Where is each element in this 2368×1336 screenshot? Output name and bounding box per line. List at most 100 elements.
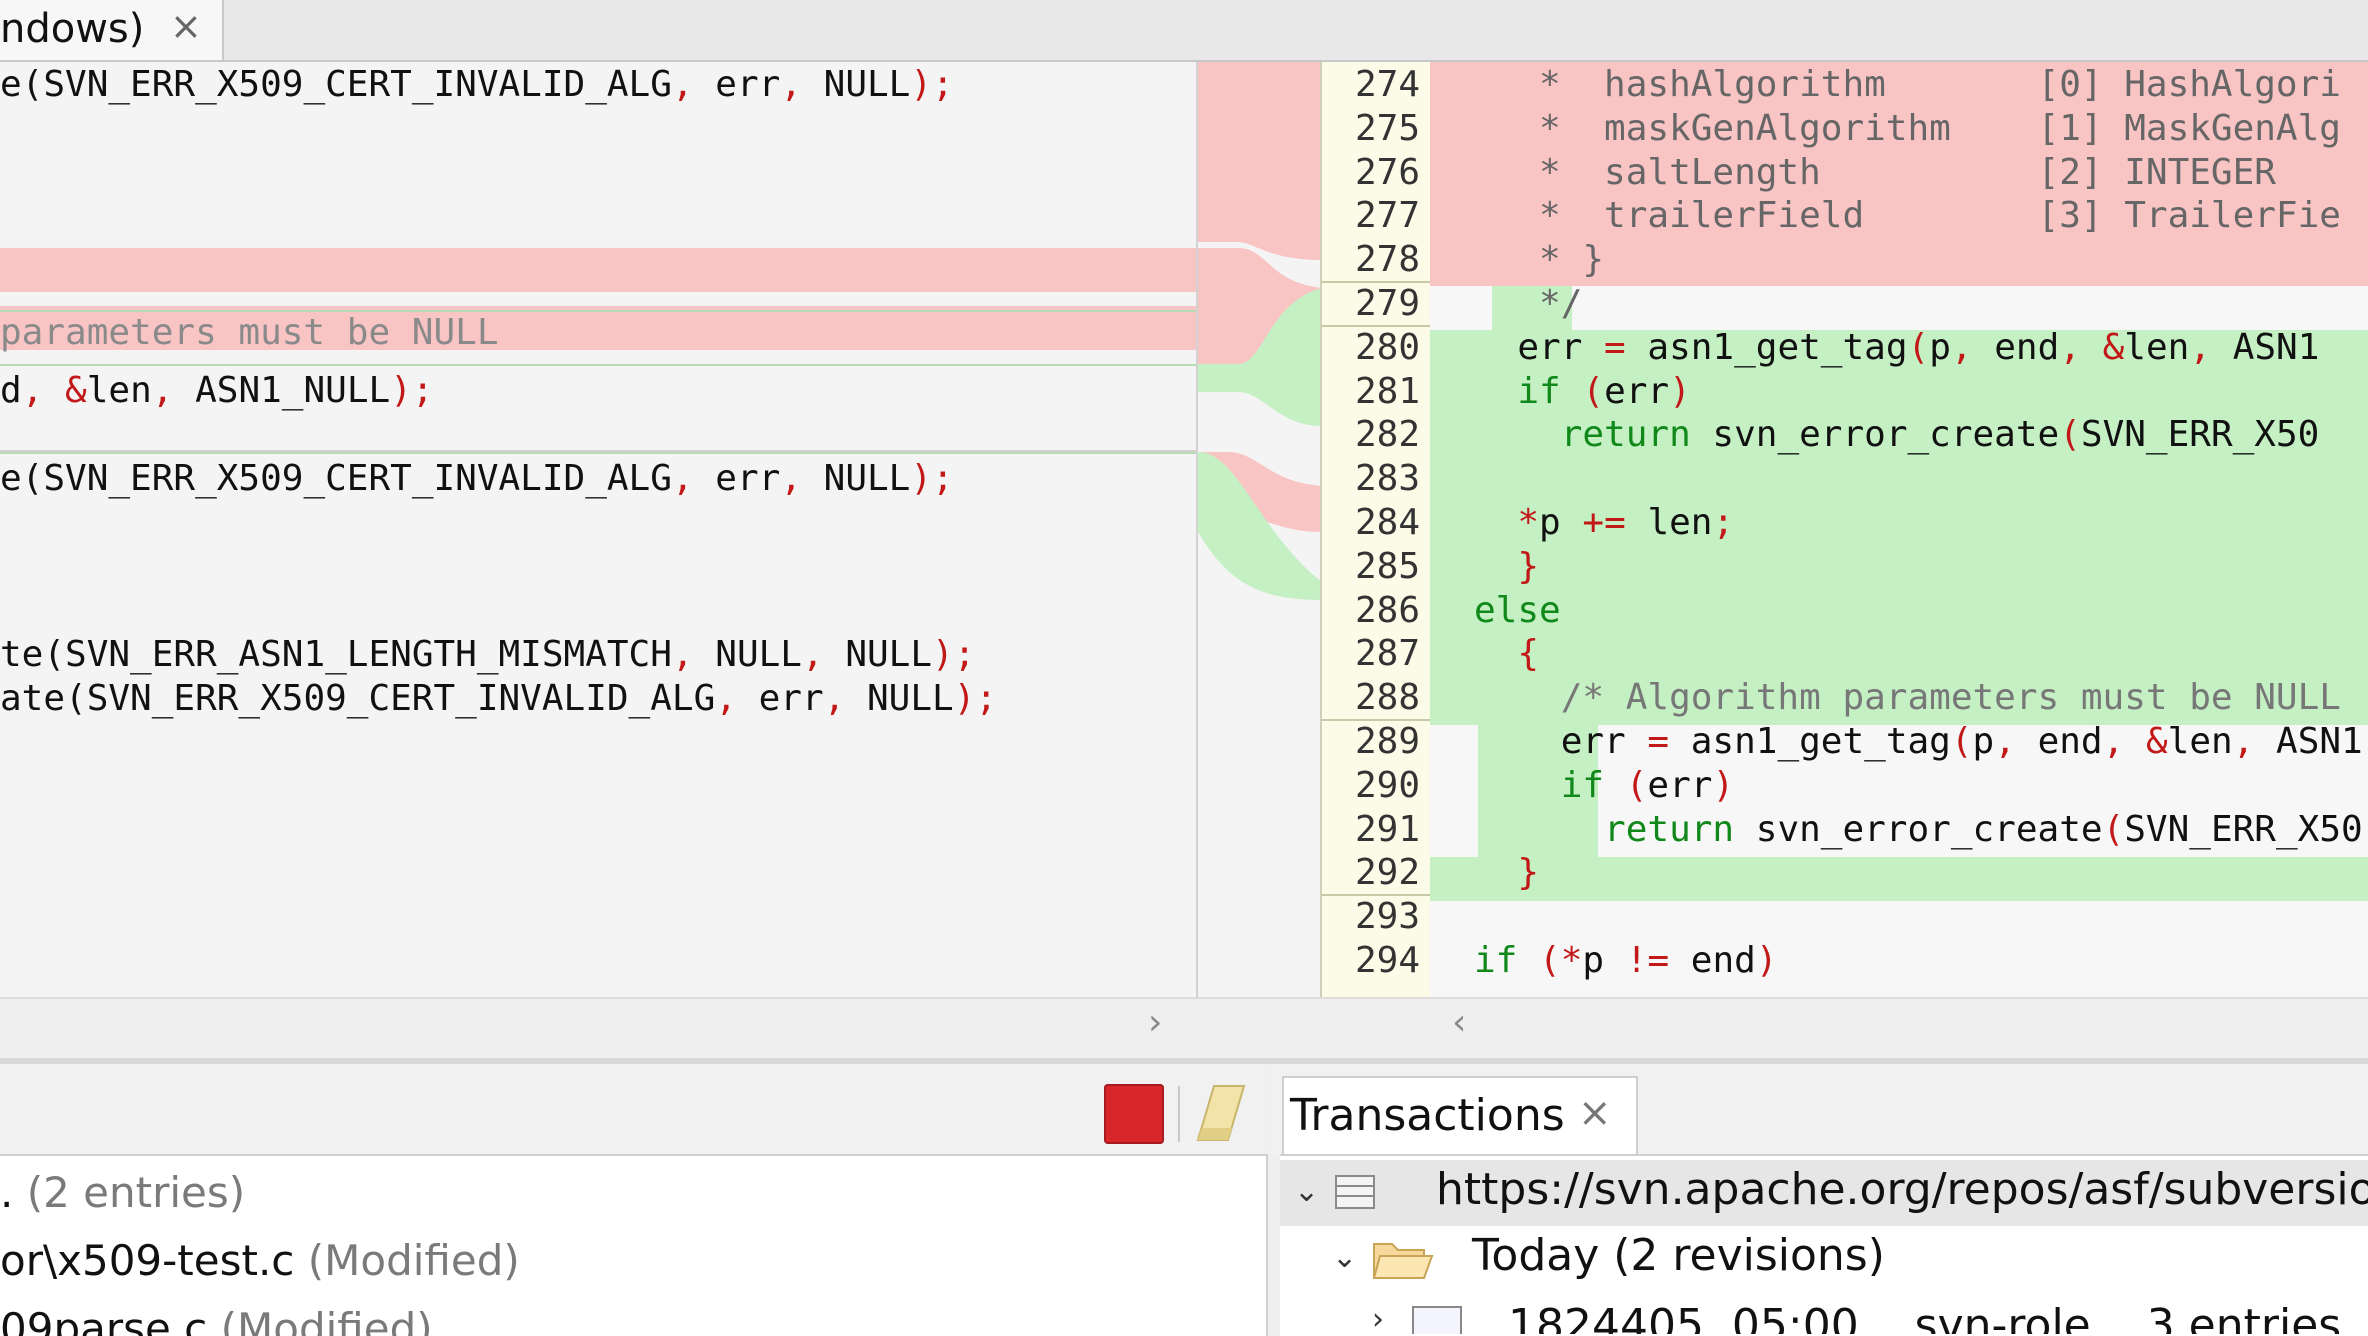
code-token: ) xyxy=(1669,370,1691,412)
repository-icon xyxy=(1335,1175,1375,1209)
code-token: SVN_ERR_X50 xyxy=(2124,808,2363,850)
code-token: asn1_get_tag xyxy=(1669,721,1951,762)
code-token: , & xyxy=(21,370,87,411)
line-number: 289 xyxy=(1354,721,1420,762)
chevron-right-icon[interactable]: › xyxy=(1372,1302,1384,1334)
code-token: != xyxy=(1625,940,1670,981)
code-line: */ xyxy=(1474,283,1582,324)
code-token: , xyxy=(801,634,846,675)
code-token: NULL xyxy=(823,64,911,105)
code-token: NULL xyxy=(823,458,911,499)
code-token: p xyxy=(1972,721,1995,762)
code-token: */ xyxy=(1474,283,1583,324)
document-tab[interactable]: ndows) × xyxy=(0,0,224,60)
right-horizontal-scrollbar[interactable] xyxy=(1430,997,2368,1059)
code-line: ate(SVN_ERR_X509_CERT_INVALID_ALG, err, … xyxy=(0,678,997,719)
code-token: p xyxy=(1582,940,1626,981)
left-diff-editor[interactable]: e(SVN_ERR_X509_CERT_INVALID_ALG, err, NU… xyxy=(0,62,1196,997)
code-token: = xyxy=(1604,326,1626,368)
stop-button[interactable] xyxy=(1104,1084,1164,1144)
code-token: , xyxy=(780,458,824,499)
code-token: } xyxy=(1517,852,1540,894)
document-tab-label: ndows) xyxy=(0,6,145,52)
code-line: } xyxy=(1474,852,1539,893)
right-diff-editor[interactable]: * hashAlgorithm [0] HashAlgori * maskGen… xyxy=(1430,62,2368,997)
code-line: if (*p != end) xyxy=(1474,940,1778,981)
code-token: len xyxy=(1625,502,1713,543)
diff-connector xyxy=(1196,62,1322,997)
code-token: p xyxy=(1929,326,1951,368)
code-line: err = asn1_get_tag(p, end, &len, ASN1 xyxy=(1474,721,2363,762)
code-token: = xyxy=(1647,721,1670,762)
left-horizontal-scrollbar[interactable] xyxy=(0,997,1196,1059)
list-item[interactable]: or\x509-test.c (Modified) xyxy=(0,1236,520,1285)
gutter-separator xyxy=(1322,719,1430,721)
line-number: 277 xyxy=(1354,195,1420,237)
code-token: err xyxy=(1604,370,1670,412)
close-icon[interactable]: × xyxy=(170,4,202,48)
tree-row-today[interactable]: ⌄ Today (2 revisions) xyxy=(1280,1228,2368,1294)
line-number: 281 xyxy=(1354,370,1420,412)
code-token: SVN_ERR_X509_CERT_INVALID_ALG xyxy=(43,458,672,499)
code-token: ) xyxy=(1712,764,1735,806)
list-item[interactable]: . (2 entries) xyxy=(0,1168,245,1217)
today-group-label: Today (2 revisions) xyxy=(1472,1230,1885,1281)
code-token: if xyxy=(1560,764,1605,806)
output-toolbar xyxy=(0,1064,1268,1154)
code-token: else xyxy=(1474,589,1561,631)
code-token: return xyxy=(1604,808,1735,850)
code-token: err xyxy=(758,678,824,719)
repository-url: https://svn.apache.org/repos/asf/subvers… xyxy=(1436,1164,2368,1215)
code-token: parameters must be NULL xyxy=(0,312,499,353)
gutter-separator xyxy=(1322,894,1430,897)
revision-icon xyxy=(1412,1306,1462,1334)
code-token: , xyxy=(2232,721,2277,762)
document-tab-strip xyxy=(0,0,2368,62)
code-token: += xyxy=(1582,502,1626,543)
line-number: 278 xyxy=(1354,239,1420,281)
revision-entry: 1824405 05:00 svn-role 3 entries M xyxy=(1508,1300,2368,1334)
code-line: * saltLength [2] INTEGER xyxy=(1474,152,2276,193)
code-token: , xyxy=(780,64,824,105)
close-icon[interactable]: × xyxy=(1578,1090,1612,1136)
code-token: e( xyxy=(0,458,44,499)
code-token: end xyxy=(1994,326,2060,368)
code-token: err xyxy=(1474,721,1648,762)
code-token: SVN_ERR_ASN1_LENGTH_MISMATCH xyxy=(65,634,672,675)
code-line: * maskGenAlgorithm [1] MaskGenAlg xyxy=(1474,108,2341,149)
code-token: , xyxy=(823,678,867,719)
diff-guide-line xyxy=(0,452,1196,454)
list-item[interactable]: 09parse.c (Modified) xyxy=(0,1304,433,1336)
code-token: ); xyxy=(910,458,954,499)
tree-row-revision[interactable]: › 1824405 05:00 svn-role 3 entries M xyxy=(1280,1298,2368,1334)
code-token: ); xyxy=(390,370,434,411)
code-token: len xyxy=(2124,326,2190,368)
scroll-right-arrow-icon[interactable]: › xyxy=(1148,1002,1162,1043)
line-number: 276 xyxy=(1354,151,1420,193)
line-number: 292 xyxy=(1354,852,1420,894)
line-number: 286 xyxy=(1354,589,1420,631)
code-token: , xyxy=(1994,721,2038,762)
code-token: } xyxy=(1517,545,1540,587)
code-token: ASN1_NULL xyxy=(195,370,391,411)
code-line: return svn_error_create(SVN_ERR_X50 xyxy=(1474,414,2320,455)
eraser-icon[interactable] xyxy=(1192,1082,1252,1144)
code-token: ASN1 xyxy=(2232,326,2320,368)
scroll-left-arrow-icon[interactable]: ‹ xyxy=(1452,1002,1466,1043)
code-token: , & xyxy=(2059,326,2125,368)
chevron-down-icon[interactable]: ⌄ xyxy=(1294,1174,1319,1209)
code-token: ); xyxy=(953,678,998,719)
output-list[interactable]: . (2 entries) or\x509-test.c (Modified) … xyxy=(0,1154,1268,1336)
code-token: te( xyxy=(0,634,66,675)
tree-row-repository[interactable]: ⌄ https://svn.apache.org/repos/asf/subve… xyxy=(1280,1160,2368,1226)
code-token: ( xyxy=(1517,940,1561,981)
code-token: ate( xyxy=(0,678,87,719)
code-token: , xyxy=(2189,326,2233,368)
code-token: * maskGenAlgorithm [1] MaskGenAlg xyxy=(1474,107,2341,149)
code-token: , xyxy=(671,634,716,675)
code-token: ( xyxy=(1560,370,1605,412)
code-token: NULL xyxy=(715,634,802,675)
code-line: e(SVN_ERR_X509_CERT_INVALID_ALG, err, NU… xyxy=(0,64,954,105)
chevron-down-icon[interactable]: ⌄ xyxy=(1332,1240,1357,1275)
